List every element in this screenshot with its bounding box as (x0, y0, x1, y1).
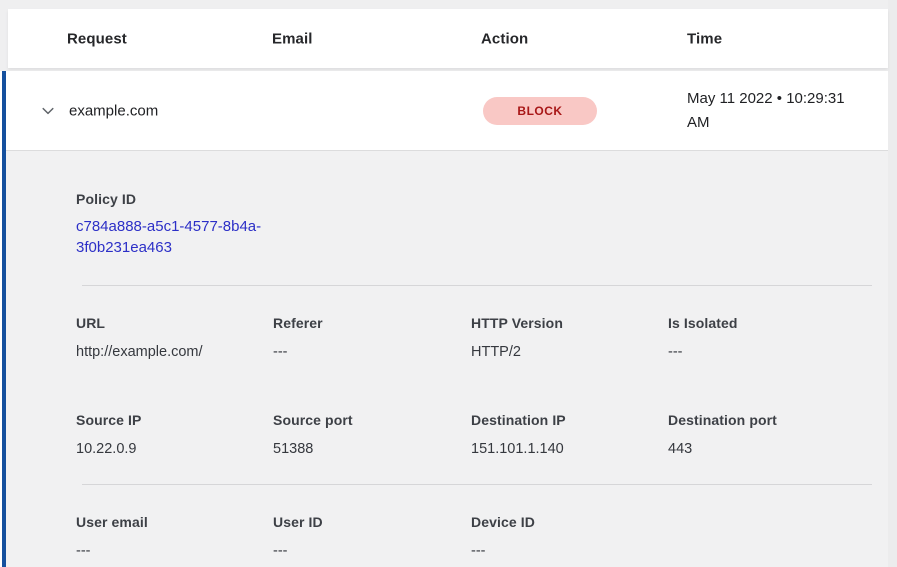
field-label: Referer (273, 315, 471, 331)
log-detail-panel: Policy ID c784a888-a5c1-4577-8b4a-3f0b23… (6, 150, 888, 567)
field-value: http://example.com/ (76, 344, 273, 360)
action-badge: BLOCK (483, 97, 597, 125)
field-value: 10.22.0.9 (76, 441, 273, 457)
detail-field-http-version: HTTP Version HTTP/2 (471, 315, 668, 360)
column-header-time: Time (687, 30, 722, 47)
field-value: 151.101.1.140 (471, 441, 668, 457)
user-detail-row: User email --- User ID --- Device ID --- (76, 514, 888, 559)
divider (82, 285, 872, 286)
field-label: User email (76, 514, 273, 530)
column-header-action: Action (481, 30, 528, 47)
field-label: Is Isolated (668, 315, 888, 331)
field-label: Destination port (668, 412, 888, 428)
field-value: --- (668, 344, 888, 360)
field-value: 51388 (273, 441, 471, 457)
row-time-value: May 11 2022 • 10:29:31 AM (687, 87, 865, 135)
detail-field-source-ip: Source IP 10.22.0.9 (76, 412, 273, 457)
divider (82, 484, 872, 485)
chevron-down-icon[interactable] (39, 102, 57, 120)
policy-id-section: Policy ID c784a888-a5c1-4577-8b4a-3f0b23… (76, 191, 888, 258)
detail-field-device-id: Device ID --- (471, 514, 668, 559)
detail-field-user-email: User email --- (76, 514, 273, 559)
field-label: Source port (273, 412, 471, 428)
detail-field-source-port: Source port 51388 (273, 412, 471, 457)
policy-id-label: Policy ID (76, 191, 888, 207)
scrollbar-gutter (888, 0, 897, 567)
expanded-log-entry: example.com BLOCK May 11 2022 • 10:29:31… (2, 71, 888, 567)
detail-field-user-id: User ID --- (273, 514, 471, 559)
field-label: HTTP Version (471, 315, 668, 331)
table-row[interactable]: example.com BLOCK May 11 2022 • 10:29:31… (6, 71, 888, 150)
column-header-email: Email (272, 30, 313, 47)
row-request-value: example.com (69, 102, 158, 119)
field-value: --- (76, 543, 273, 559)
field-value: HTTP/2 (471, 344, 668, 360)
table-header: Request Email Action Time (8, 9, 888, 68)
field-label: Destination IP (471, 412, 668, 428)
field-value: --- (471, 543, 668, 559)
field-value: --- (273, 344, 471, 360)
detail-field-referer: Referer --- (273, 315, 471, 360)
detail-field-is-isolated: Is Isolated --- (668, 315, 888, 360)
field-label: URL (76, 315, 273, 331)
network-detail-row: Source IP 10.22.0.9 Source port 51388 De… (76, 412, 888, 457)
field-value: --- (273, 543, 471, 559)
field-label: User ID (273, 514, 471, 530)
field-value: 443 (668, 441, 888, 457)
column-header-request: Request (67, 30, 127, 47)
detail-field-destination-ip: Destination IP 151.101.1.140 (471, 412, 668, 457)
detail-field-destination-port: Destination port 443 (668, 412, 888, 457)
policy-id-link[interactable]: c784a888-a5c1-4577-8b4a-3f0b231ea463 (76, 216, 276, 258)
field-label: Device ID (471, 514, 668, 530)
field-label: Source IP (76, 412, 273, 428)
http-detail-row: URL http://example.com/ Referer --- HTTP… (76, 315, 888, 360)
detail-field-url: URL http://example.com/ (76, 315, 273, 360)
